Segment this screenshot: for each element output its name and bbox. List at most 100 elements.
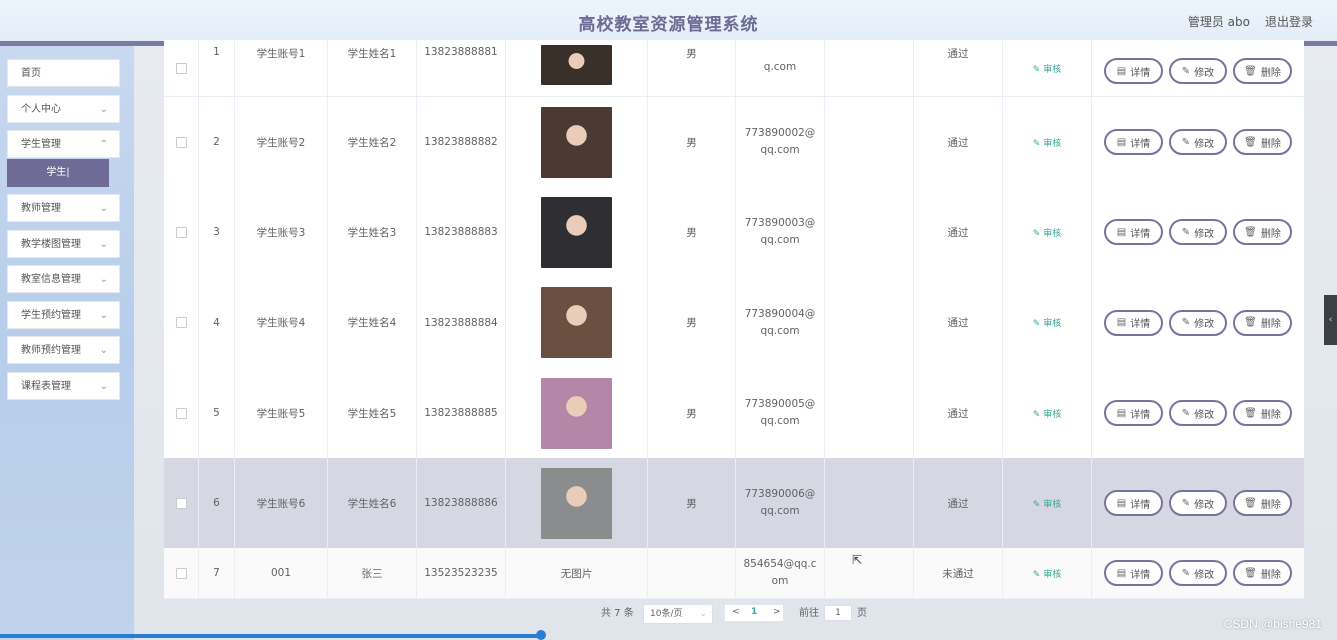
page-size-select[interactable]: 10条/页 ⌄ <box>643 604 713 624</box>
row-checkbox[interactable] <box>175 226 187 238</box>
audit-cell: ✎ 审核 <box>1003 187 1092 277</box>
audit-button[interactable]: ✎ 审核 <box>1033 497 1062 510</box>
trash-icon: 🗑 <box>1244 226 1257 238</box>
sidebar-item-personal-center[interactable]: 个人中心 ⌄ <box>7 95 120 123</box>
student-gender: 男 <box>648 368 736 458</box>
detail-button[interactable]: ▤ 详情 <box>1104 400 1163 426</box>
row-checkbox[interactable] <box>175 136 187 148</box>
delete-button[interactable]: 🗑 删除 <box>1233 309 1292 336</box>
audit-button[interactable]: ✎ 审核 <box>1033 136 1062 149</box>
audit-button[interactable]: ✎ 审核 <box>1033 226 1062 239</box>
progress-knob[interactable] <box>536 630 546 640</box>
sidebar-item-student-management[interactable]: 学生管理 ⌃ <box>7 130 120 158</box>
audit-button[interactable]: ✎ 审核 <box>1033 62 1062 75</box>
video-progress-bar[interactable] <box>0 634 542 638</box>
student-email-cell: 773890005@qq.com <box>736 368 825 458</box>
document-icon: ▤ <box>1116 317 1127 328</box>
sidebar-item-label: 首页 <box>21 68 41 79</box>
detail-button[interactable]: ▤ 详情 <box>1104 309 1163 336</box>
sidebar-item-schedule-management[interactable]: 课程表管理 ⌄ <box>7 372 120 400</box>
edit-button[interactable]: ✎ 修改 <box>1169 400 1227 426</box>
sidebar-item-home[interactable]: 首页 <box>7 59 120 87</box>
row-select-cell <box>164 458 199 548</box>
pencil-icon: ✎ <box>1032 569 1041 580</box>
document-icon: ▤ <box>1116 65 1127 77</box>
review-status: 通过 <box>914 277 1003 368</box>
pencil-icon: ✎ <box>1032 228 1041 239</box>
student-account: 学生账号3 <box>235 187 328 277</box>
sidebar-item-classroom-management[interactable]: 教室信息管理 ⌄ <box>7 265 120 293</box>
chevron-down-icon: ⌄ <box>99 274 108 285</box>
row-number: 2 <box>199 97 235 187</box>
student-phone: 13823888884 <box>417 277 506 368</box>
student-email: 773890005@qq.com <box>744 398 816 427</box>
row-checkbox[interactable] <box>175 497 187 509</box>
student-account: 学生账号2 <box>235 97 328 187</box>
table-row: 7 001 张三 13523523235 无图片 854654@qq.com 未通过 ✎ 审核 ▤… <box>164 548 1304 599</box>
delete-button[interactable]: 🗑 删除 <box>1233 129 1292 155</box>
student-photo-cell <box>506 458 648 548</box>
student-photo <box>541 196 612 268</box>
next-page-button[interactable]: > <box>773 607 781 617</box>
sidebar-item-teacher-management[interactable]: 教师管理 ⌄ <box>7 194 120 222</box>
goto-page-input[interactable]: 1 <box>824 605 852 621</box>
student-photo <box>541 106 612 178</box>
audit-button[interactable]: ✎ 审核 <box>1033 567 1062 580</box>
pencil-icon: ✎ <box>1181 497 1191 509</box>
document-icon: ▤ <box>1116 136 1127 148</box>
collapse-handle[interactable]: ‹ <box>1324 295 1337 345</box>
edit-button[interactable]: ✎ 修改 <box>1169 219 1227 245</box>
edit-button[interactable]: ✎ 修改 <box>1169 58 1227 84</box>
row-checkbox[interactable] <box>175 567 187 579</box>
student-phone: 13823888885 <box>417 368 506 458</box>
student-account: 学生账号1 <box>235 40 328 96</box>
detail-button-label: 详情 <box>1130 499 1151 511</box>
chevron-down-icon: ⌄ <box>99 381 108 392</box>
actions-cell: ▤ 详情 ✎ 修改 🗑 删除 <box>1092 458 1304 548</box>
prev-page-button[interactable]: < <box>732 607 740 617</box>
detail-button[interactable]: ▤ 详情 <box>1104 219 1163 245</box>
student-email-cell: 773890004@qq.com <box>736 277 825 368</box>
audit-label: 审核 <box>1043 319 1062 329</box>
student-email-cell: 854654@qq.com <box>736 548 825 598</box>
sidebar-item-teacher-reservation[interactable]: 教师预约管理 ⌄ <box>7 336 120 364</box>
sidebar-item-student-reservation[interactable]: 学生预约管理 ⌄ <box>7 301 120 329</box>
pencil-icon: ✎ <box>1181 407 1191 419</box>
edit-button-label: 修改 <box>1194 569 1215 581</box>
row-checkbox[interactable] <box>175 317 187 328</box>
sidebar-subitem-student[interactable]: 学生| <box>7 159 109 187</box>
sidebar-item-label: 学生管理 <box>21 139 61 150</box>
delete-button[interactable]: 🗑 删除 <box>1233 58 1292 84</box>
student-name: 学生姓名2 <box>328 97 417 187</box>
edit-button[interactable]: ✎ 修改 <box>1169 129 1227 155</box>
edit-button[interactable]: ✎ 修改 <box>1169 560 1227 586</box>
chevron-up-icon: ⌃ <box>99 139 108 150</box>
row-number: 4 <box>199 277 235 368</box>
student-phone: 13823888886 <box>417 458 506 548</box>
delete-button[interactable]: 🗑 删除 <box>1233 560 1292 586</box>
student-photo-cell <box>506 40 648 96</box>
row-checkbox[interactable] <box>175 62 187 74</box>
row-number: 3 <box>199 187 235 277</box>
trash-icon: 🗑 <box>1244 65 1257 77</box>
detail-button[interactable]: ▤ 详情 <box>1104 560 1163 586</box>
row-checkbox[interactable] <box>175 407 187 419</box>
table-row: 4 学生账号4 学生姓名4 13823888884 男 773890004@qq.com 通… <box>164 277 1304 369</box>
pencil-icon: ✎ <box>1181 136 1191 148</box>
student-photo <box>541 467 612 539</box>
sidebar-item-building-management[interactable]: 教学楼图管理 ⌄ <box>7 230 120 258</box>
delete-button[interactable]: 🗑 删除 <box>1233 490 1292 516</box>
detail-button[interactable]: ▤ 详情 <box>1104 129 1163 155</box>
detail-button[interactable]: ▤ 详情 <box>1104 490 1163 516</box>
detail-button[interactable]: ▤ 详情 <box>1104 58 1163 84</box>
audit-button[interactable]: ✎ 审核 <box>1033 407 1062 420</box>
edit-button[interactable]: ✎ 修改 <box>1169 309 1227 336</box>
empty-cell <box>825 40 914 96</box>
audit-button[interactable]: ✎ 审核 <box>1033 316 1062 329</box>
goto-label: 前往 <box>799 608 819 619</box>
edit-button[interactable]: ✎ 修改 <box>1169 490 1227 516</box>
logout-link[interactable]: 退出登录 <box>1265 13 1313 30</box>
delete-button[interactable]: 🗑 删除 <box>1233 400 1292 426</box>
delete-button[interactable]: 🗑 删除 <box>1233 219 1292 245</box>
page-number-current[interactable]: 1 <box>751 607 757 617</box>
